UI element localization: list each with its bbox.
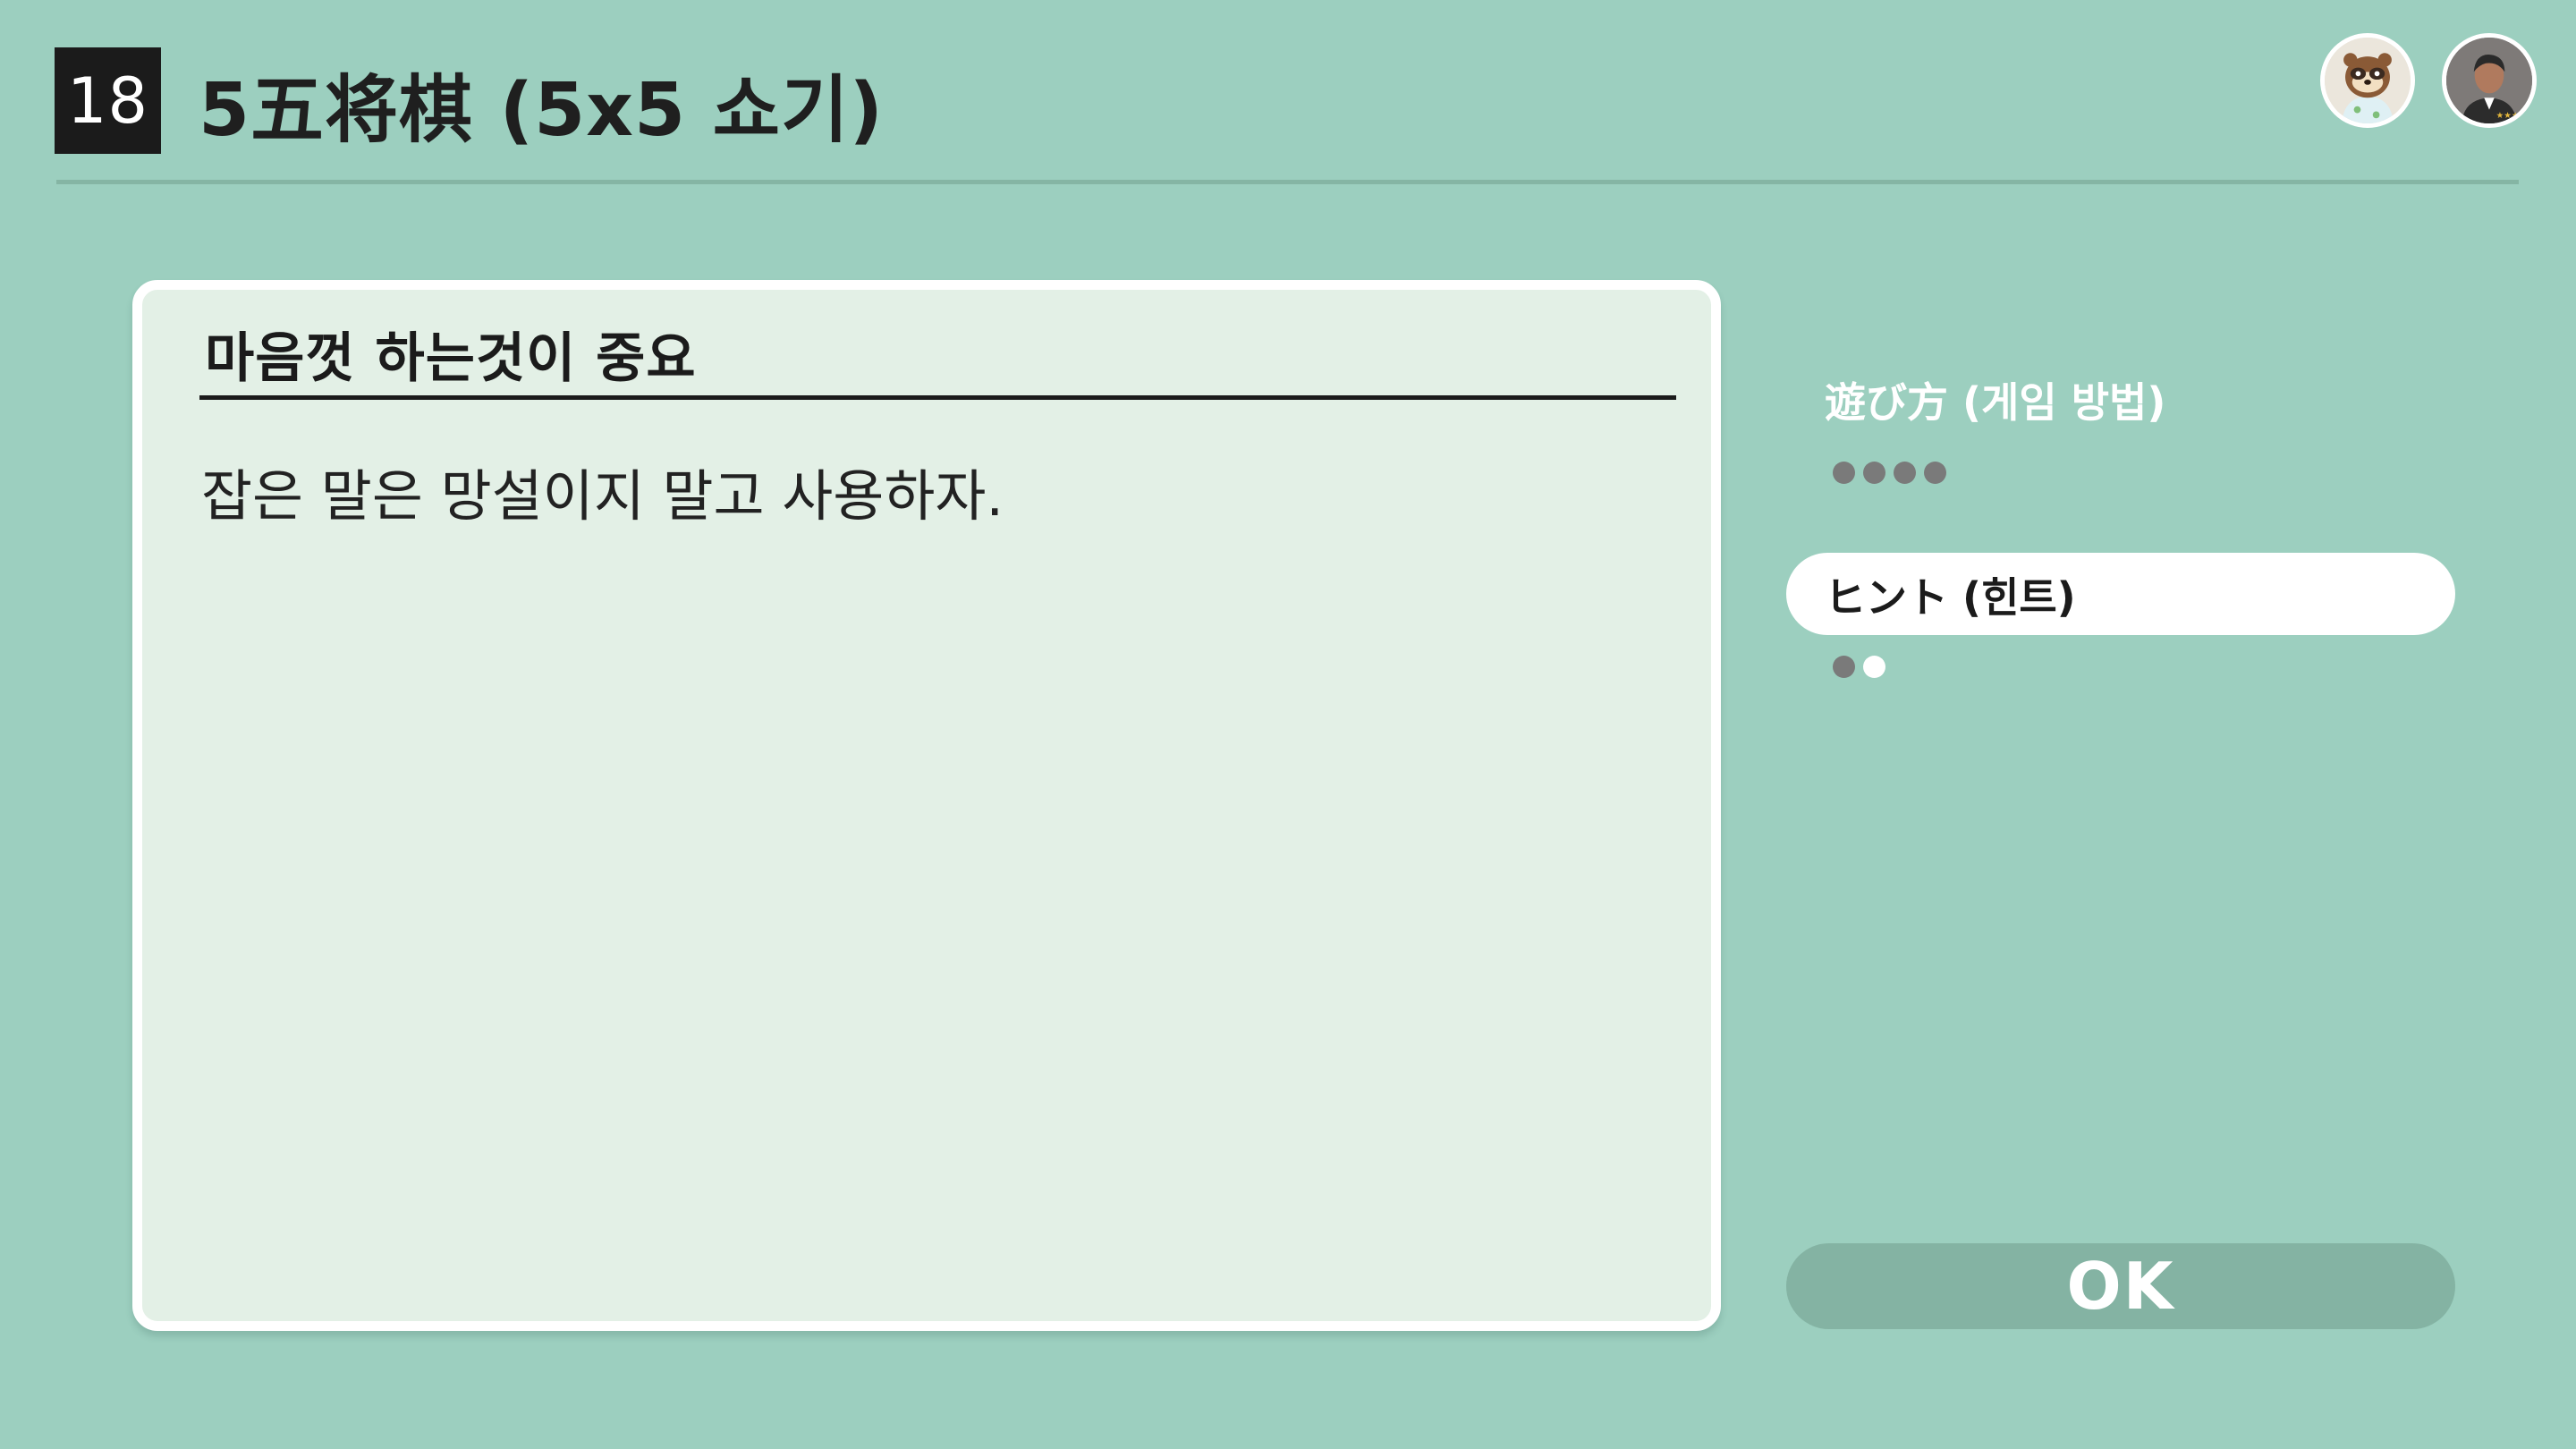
hint-body: 잡은 말은 망설이지 말고 사용하자. xyxy=(201,463,1004,529)
hint-heading: 마음껏 하는것이 중요 xyxy=(205,327,697,390)
hint-panel: 마음껏 하는것이 중요 잡은 말은 망설이지 말고 사용하자. xyxy=(132,280,1721,1331)
page-dot xyxy=(1894,462,1916,484)
player-1-avatar[interactable] xyxy=(2320,33,2415,128)
page-dot xyxy=(1833,462,1855,484)
ok-button[interactable]: OK xyxy=(1786,1243,2455,1329)
hint-page-dots xyxy=(1833,656,1885,678)
raccoon-character-icon xyxy=(2325,38,2411,123)
game-guide-screen: 18 5五将棋 (5x5 쇼기) ★★★ 마음껏 하는것이 중요 잡은 말은 망… xyxy=(0,0,2576,1449)
mii-person-icon: ★★★ xyxy=(2446,38,2532,123)
page-dot xyxy=(1924,462,1946,484)
hint-heading-divider xyxy=(199,395,1676,400)
game-number-badge: 18 xyxy=(55,47,161,154)
menu-item-how-to-play[interactable]: 遊び方 (게임 방법) xyxy=(1825,370,2165,429)
game-title: 5五将棋 (5x5 쇼기) xyxy=(199,67,884,153)
page-dot xyxy=(1863,462,1885,484)
page-dot-current xyxy=(1863,656,1885,678)
page-dot xyxy=(1833,656,1855,678)
player-2-avatar[interactable]: ★★★ xyxy=(2442,33,2537,128)
how-to-play-page-dots xyxy=(1833,462,1946,484)
header-divider xyxy=(56,180,2519,184)
menu-item-hint[interactable]: ヒント (힌트) xyxy=(1825,565,2076,624)
svg-text:★★★: ★★★ xyxy=(2496,111,2520,121)
